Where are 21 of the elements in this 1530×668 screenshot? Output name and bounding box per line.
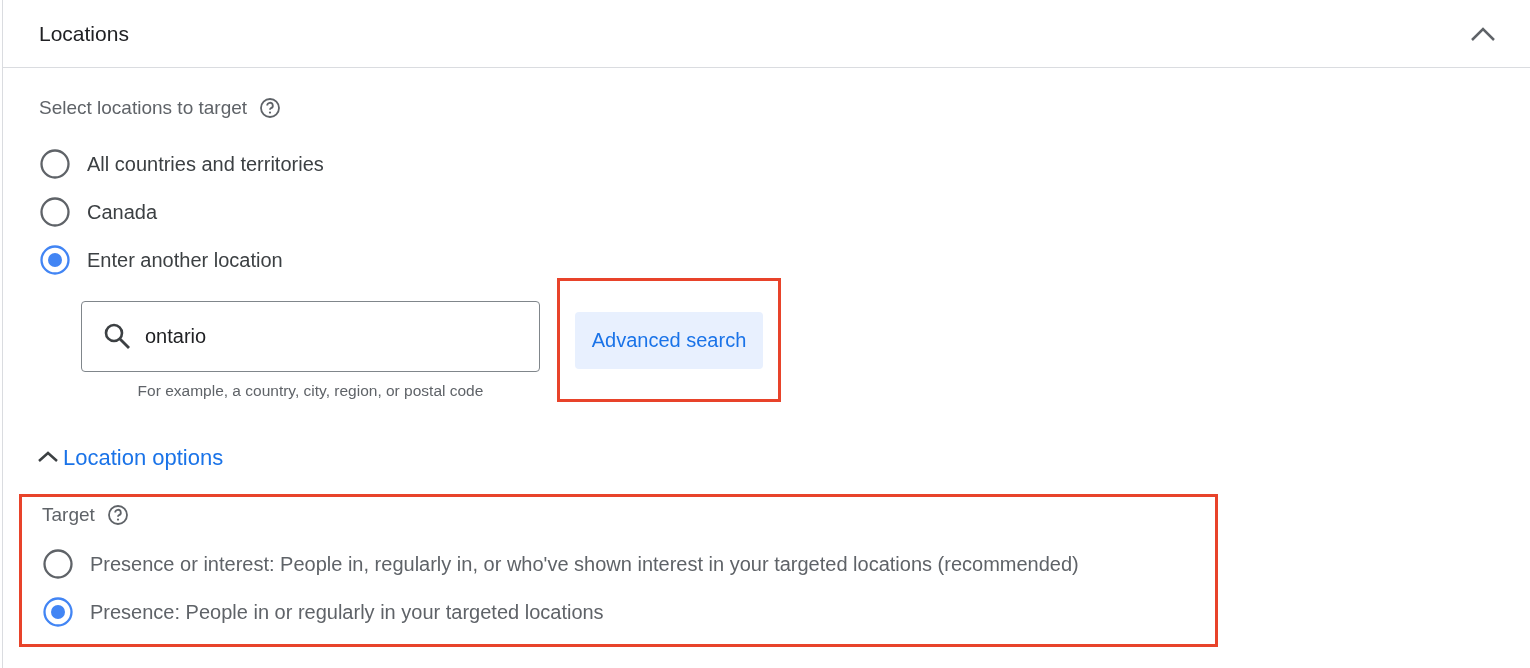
location-options-toggle[interactable]: Location options <box>35 442 1530 473</box>
option-label: Presence: People in or regularly in your targeted locations <box>90 600 604 626</box>
collapse-icon[interactable] <box>1470 25 1496 42</box>
option-label: Presence or interest: People in, regularly in, or who've shown interest in your targeted locations (recommended) <box>90 552 1079 578</box>
search-field[interactable]: ontario <box>81 301 540 372</box>
section-label: Select locations to target <box>39 95 248 120</box>
option-label: All countries and territories <box>87 152 324 177</box>
radio-button[interactable] <box>42 548 74 581</box>
option-label: Enter another location <box>87 248 283 273</box>
search-icon <box>103 322 131 350</box>
radio-button[interactable] <box>42 596 74 629</box>
hint-text: For example, a country, city, region, or postal code <box>137 381 484 401</box>
help-icon[interactable] <box>259 97 282 119</box>
option-label: Canada <box>87 200 158 225</box>
radio-button[interactable] <box>39 196 71 228</box>
radio-button[interactable] <box>39 148 71 180</box>
radio-button[interactable] <box>39 244 71 276</box>
section-label: Target <box>42 503 95 527</box>
help-icon[interactable] <box>106 504 129 527</box>
advanced-search-button[interactable]: Advanced search <box>575 311 763 369</box>
panel-title: Locations <box>39 20 129 47</box>
